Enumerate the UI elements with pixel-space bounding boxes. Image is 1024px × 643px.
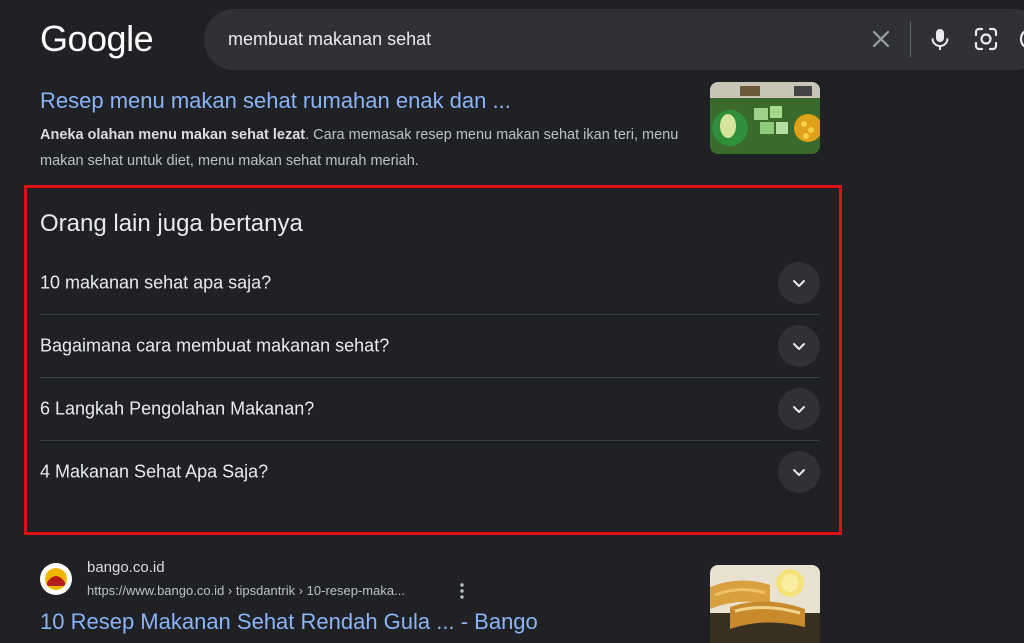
site-url[interactable]: https://www.bango.co.id › tipsdantrik › … [87,583,405,598]
expand-button[interactable] [778,325,820,367]
google-lens-icon[interactable] [972,25,1000,53]
result-title-link[interactable]: 10 Resep Makanan Sehat Rendah Gula ... -… [40,609,538,635]
paa-question-text: 4 Makanan Sehat Apa Saja? [40,461,269,482]
result-thumbnail[interactable] [710,565,820,643]
clear-icon[interactable] [867,25,895,53]
search-input[interactable]: membuat makanan sehat [228,29,431,50]
microphone-icon[interactable] [926,25,954,53]
site-favicon[interactable] [40,563,72,595]
paa-heading: Orang lain juga bertanya [40,210,303,237]
result-snippet: Aneka olahan menu makan sehat lezat. Car… [40,122,680,174]
snippet-bold: Aneka olahan menu makan sehat lezat [40,127,306,143]
google-logo[interactable]: Google [40,18,154,60]
more-options-icon[interactable] [457,582,467,600]
result-thumbnail[interactable] [710,82,820,154]
chevron-down-icon [793,343,805,350]
chevron-down-icon [793,280,805,287]
expand-button[interactable] [778,262,820,304]
paa-question-4[interactable]: 4 Makanan Sehat Apa Saja? [40,441,820,503]
site-name[interactable]: bango.co.id [87,559,165,576]
search-by-image-icon[interactable] [1019,25,1024,53]
paa-question-2[interactable]: Bagaimana cara membuat makanan sehat? [40,315,820,377]
food-image [710,82,820,154]
paa-question-1[interactable]: 10 makanan sehat apa saja? [40,252,820,314]
food-image [710,565,820,643]
search-bar[interactable]: membuat makanan sehat [204,9,1024,70]
paa-question-text: 6 Langkah Pengolahan Makanan? [40,398,315,419]
bango-logo-icon [41,564,71,594]
expand-button[interactable] [778,388,820,430]
chevron-down-icon [793,469,805,476]
paa-question-3[interactable]: 6 Langkah Pengolahan Makanan? [40,378,820,440]
expand-button[interactable] [778,451,820,493]
result-title-link[interactable]: Resep menu makan sehat rumahan enak dan … [40,88,511,114]
paa-question-text: Bagaimana cara membuat makanan sehat? [40,335,390,356]
search-divider [910,21,911,57]
chevron-down-icon [793,406,805,413]
paa-question-text: 10 makanan sehat apa saja? [40,272,272,293]
